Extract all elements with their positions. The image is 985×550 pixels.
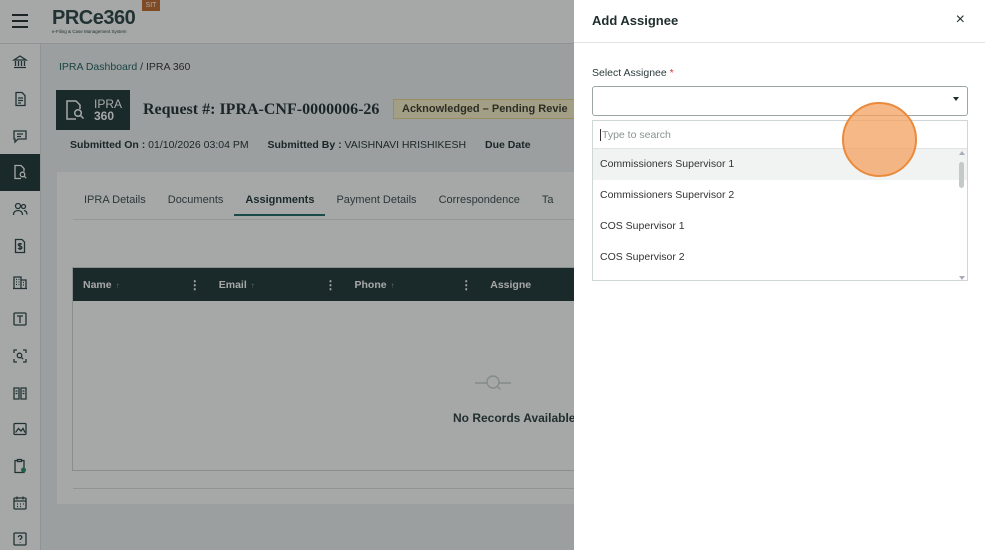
- scroll-down-icon[interactable]: [959, 276, 965, 280]
- dropdown-option[interactable]: Commissioners Supervisor 2: [593, 180, 967, 211]
- required-marker: *: [669, 67, 674, 79]
- chevron-down-icon[interactable]: [953, 97, 959, 101]
- panel-header: Add Assignee ×: [574, 0, 985, 43]
- select-assignee-label: Select Assignee *: [592, 67, 674, 79]
- select-assignee-label-text: Select Assignee: [592, 67, 667, 79]
- close-icon[interactable]: ×: [956, 11, 965, 29]
- scroll-up-icon[interactable]: [959, 151, 965, 155]
- dropdown-scrollbar[interactable]: [958, 150, 966, 280]
- click-indicator: [842, 102, 917, 177]
- assignee-select[interactable]: [592, 86, 968, 116]
- dropdown-option[interactable]: COS Supervisor 2: [593, 242, 967, 273]
- scrollbar-thumb[interactable]: [959, 162, 964, 188]
- modal-backdrop[interactable]: [0, 0, 574, 550]
- dropdown-option[interactable]: COS Supervisor 1: [593, 211, 967, 242]
- add-assignee-panel: Add Assignee × Select Assignee * Commiss…: [574, 0, 985, 550]
- panel-title: Add Assignee: [592, 13, 679, 28]
